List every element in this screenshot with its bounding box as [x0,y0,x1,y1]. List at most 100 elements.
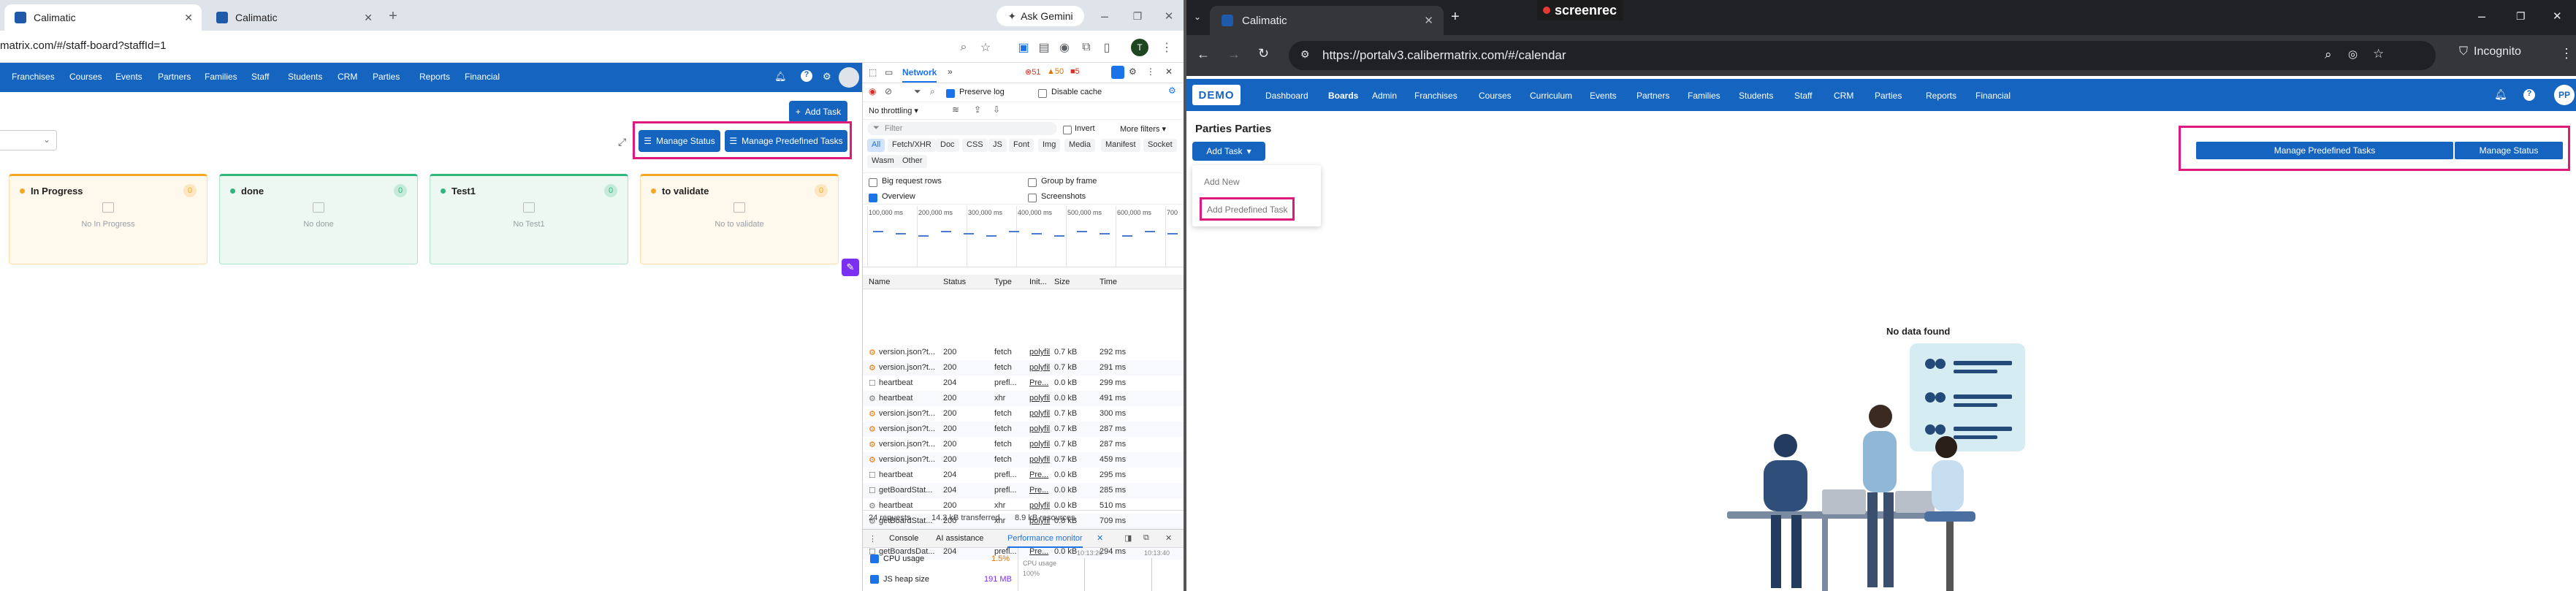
camera-icon[interactable]: ◉ [1056,39,1072,56]
overview-checkbox[interactable] [869,192,877,202]
table-row[interactable]: ⚙ version.json?t... 200 fetch polyfil 0.7 kB 2… [863,345,1184,360]
nav-students[interactable]: Students [288,72,322,82]
nav-partners[interactable]: Partners [158,72,191,82]
bell-icon[interactable]: 🔔︎ [2494,88,2507,101]
bookmark-star-icon[interactable]: ☆ [2373,47,2384,61]
table-row[interactable]: ⚙ heartbeat 200 xhr polyfil 0.0 kB 491 ms [863,391,1184,406]
close-tab-icon[interactable]: ✕ [1424,14,1433,27]
wifi-icon[interactable]: ≋ [952,104,959,115]
add-task-button[interactable]: + Add Task [789,101,847,123]
type-filter-pill[interactable]: Media [1064,139,1095,152]
kebab-menu-icon[interactable]: ⋮ [2560,46,2573,61]
type-filter-pill[interactable]: Doc [936,139,959,152]
board-column[interactable]: done 0 No done [219,174,418,264]
column-header[interactable]: Time [1100,278,1117,286]
eye-off-icon[interactable]: ◎ [2348,47,2358,61]
user-avatar[interactable] [839,67,859,88]
help-icon[interactable]: ? [2523,89,2535,101]
gear-icon[interactable]: ⚙ [823,71,831,83]
table-row[interactable]: ☐ getBoardStat... 204 prefl... Pre... 0.0 kB 2… [863,483,1184,498]
cpu-usage-checkbox[interactable] [870,554,879,564]
close-tab-icon[interactable]: ✕ [1097,533,1103,543]
settings-gear-icon[interactable]: ⚙ [1129,66,1137,77]
manage-predefined-tasks-button[interactable]: Manage Predefined Tasks [2196,142,2453,159]
filter-funnel-icon[interactable]: ⏷ [914,86,921,97]
dock-icon[interactable] [1111,66,1124,79]
cell-init[interactable]: polyfil [1029,363,1050,372]
undock-icon[interactable]: ⧉ [1143,533,1149,543]
close-window-icon[interactable]: ✕ [1160,7,1178,25]
restore-icon[interactable]: ❐ [1129,7,1146,25]
search-icon[interactable]: ⌕ [956,39,972,56]
forward-arrow-icon[interactable]: → [1227,47,1241,62]
extension-icon[interactable]: ▣ [1015,39,1032,56]
tab-search-icon[interactable]: ⌄ [1194,12,1201,22]
search-icon[interactable]: ⌕ [930,86,935,97]
cell-init[interactable]: polyfil [1029,424,1050,433]
throttling-select[interactable]: No throttling ▾ [869,106,918,115]
type-filter-pill[interactable]: All [867,139,885,152]
close-drawer-icon[interactable]: ✕ [1165,533,1172,543]
filter-dropdown[interactable]: ⌄ [0,130,57,150]
add-task-dropdown-button[interactable]: Add Task ▾ [1192,142,1265,161]
nav-students[interactable]: Students [1739,91,1773,101]
more-tabs-icon[interactable]: » [948,66,953,77]
nav-franchises[interactable]: Franchises [1414,91,1457,101]
nav-franchises[interactable]: Franchises [12,72,55,82]
nav-events[interactable]: Events [115,72,142,82]
cell-init[interactable]: Pre... [1029,470,1048,479]
more-filters-dropdown[interactable]: More filters ▾ [1120,124,1166,134]
cell-init[interactable]: Pre... [1029,486,1048,495]
cell-init[interactable]: polyfil [1029,501,1050,510]
dock-panel-icon[interactable]: ◨ [1124,533,1132,543]
nav-events[interactable]: Events [1590,91,1617,101]
type-filter-pill[interactable]: Other [898,155,927,168]
import-har-icon[interactable]: ⇪ [974,104,981,115]
new-tab-button[interactable]: + [1451,9,1460,26]
kebab-menu-icon[interactable]: ⋮ [1146,66,1155,77]
tab-network[interactable]: Network [902,67,937,83]
table-row[interactable]: ☐ heartbeat 204 prefl... Pre... 0.0 kB 299 ms [863,375,1184,391]
menu-item-add-new[interactable]: Add New [1204,177,1240,187]
cell-name[interactable]: version.json?t... [879,440,935,449]
js-heap-checkbox[interactable] [870,575,879,584]
type-filter-pill[interactable]: Socket [1143,139,1177,152]
inspect-icon[interactable]: ⬚ [869,67,877,77]
browser-tab[interactable]: Calimatic ✕ [206,4,381,31]
cell-init[interactable]: Pre... [1029,378,1048,387]
nav-curriculum[interactable]: Curriculum [1530,91,1572,101]
table-row[interactable]: ⚙ version.json?t... 200 fetch polyfil 0.7 kB 4… [863,452,1184,468]
nav-courses[interactable]: Courses [1479,91,1512,101]
nav-financial[interactable]: Financial [465,72,500,82]
drawer-tab-console[interactable]: Console [889,534,918,543]
type-filter-pill[interactable]: Img [1038,139,1061,152]
column-header[interactable]: Name [869,278,890,286]
close-devtools-icon[interactable]: ✕ [1165,66,1173,77]
nav-families[interactable]: Families [1688,91,1720,101]
nav-families[interactable]: Families [205,72,237,82]
browser-tab-active[interactable]: Calimatic ✕ [4,4,202,31]
device-toggle-icon[interactable]: ▭ [885,67,893,77]
big-request-rows-checkbox[interactable] [869,177,877,187]
close-window-icon[interactable]: ✕ [2553,9,2562,23]
bookmark-star-icon[interactable]: ☆ [978,39,994,56]
browser-tab-active[interactable]: Calimatic ✕ [1210,6,1444,35]
incognito-indicator[interactable]: ⛉ Incognito [2459,45,2521,58]
type-filter-pill[interactable]: JS [988,139,1007,152]
type-filter-pill[interactable]: Manifest [1101,139,1140,152]
close-tab-icon[interactable]: ✕ [184,12,193,24]
timeline-overview[interactable]: 100,000 ms 200,000 ms 300,000 ms 400,000 ms… [863,206,1184,267]
screenshot-icon[interactable]: ▤ [1036,39,1052,56]
warning-count[interactable]: ▲50 [1047,67,1064,76]
cell-name[interactable]: version.json?t... [879,409,935,418]
kebab-menu-icon[interactable]: ⋮ [1159,39,1175,56]
column-header[interactable]: Size [1054,278,1070,286]
nav-staff[interactable]: Staff [251,72,269,82]
help-icon[interactable]: ? [801,70,812,82]
profile-avatar[interactable]: T [1131,39,1148,56]
nav-financial[interactable]: Financial [1975,91,2011,101]
drawer-menu-icon[interactable]: ⋮ [869,534,877,544]
disable-cache-checkbox[interactable] [1038,88,1047,98]
bell-icon[interactable]: 🔔︎ [774,71,787,83]
cell-init[interactable]: polyfil [1029,348,1050,356]
